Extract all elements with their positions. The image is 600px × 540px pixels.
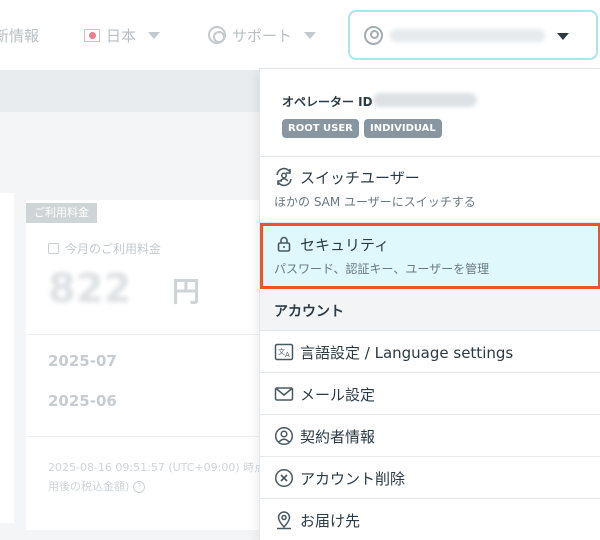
- mail-settings-item[interactable]: メール設定: [260, 373, 600, 415]
- lifebuoy-icon: [208, 26, 226, 44]
- caret-down-icon: [557, 33, 569, 40]
- billing-note-line1: 2025-08-16 09:51:57 (UTC+09:00) 時点: [48, 461, 266, 474]
- svg-text:A: A: [285, 351, 290, 359]
- delete-account-item[interactable]: アカウント削除: [260, 457, 600, 499]
- help-icon[interactable]: ?: [133, 481, 146, 493]
- mail-settings-label: メール設定: [300, 386, 376, 404]
- account-dropdown-menu: オペレーター ID ROOT USER INDIVIDUAL スイッチユーザー …: [259, 68, 600, 540]
- billing-note-line2: 用後の税込金額): [48, 480, 130, 493]
- account-name-redacted: [390, 29, 545, 42]
- month-row[interactable]: 2025-07: [48, 352, 117, 370]
- billing-tag: ご利用料金: [26, 203, 97, 223]
- location-pin-icon: [277, 511, 291, 530]
- contract-person-icon: [274, 426, 294, 446]
- contractor-info-item[interactable]: 契約者情報: [260, 415, 600, 457]
- divider: [26, 334, 262, 335]
- account-menu-button[interactable]: [348, 10, 598, 60]
- delivery-address-label: お届け先: [300, 512, 361, 530]
- switch-user-item[interactable]: スイッチユーザー ほかの SAM ユーザーにスイッチする: [260, 157, 600, 223]
- billing-label-text: 今月のご利用料金: [65, 242, 162, 256]
- language-icon: 文 A: [274, 343, 294, 361]
- security-title: セキュリティ: [300, 236, 390, 254]
- operator-info: オペレーター ID ROOT USER INDIVIDUAL: [260, 69, 600, 157]
- japan-flag-icon: [84, 28, 100, 42]
- language-settings-item[interactable]: 文 A 言語設定 / Language settings: [260, 331, 600, 373]
- billing-amount: 822: [48, 266, 132, 312]
- news-link[interactable]: 新情報: [0, 24, 39, 46]
- divider: [26, 436, 262, 437]
- billing-note: 2025-08-16 09:51:57 (UTC+09:00) 時点 用後の税込…: [48, 458, 265, 496]
- language-settings-label: 言語設定 / Language settings: [300, 344, 514, 362]
- switch-user-title: スイッチユーザー: [300, 169, 420, 187]
- support-label: サポート: [232, 26, 293, 45]
- billing-label: 今月のご利用料金: [48, 240, 161, 257]
- billing-unit: 円: [172, 275, 201, 308]
- account-section-header: アカウント: [260, 289, 600, 331]
- operator-id-redacted: [373, 93, 477, 107]
- individual-badge: INDIVIDUAL: [364, 119, 442, 138]
- delete-account-label: アカウント削除: [300, 470, 406, 488]
- billing-note-line2-wrap: 用後の税込金額)?: [48, 477, 265, 496]
- month-row[interactable]: 2025-06: [48, 392, 117, 410]
- operator-id-label: オペレーター ID: [282, 95, 373, 109]
- top-header: 新情報 日本 サポート: [0, 0, 600, 70]
- chevron-down-icon: [304, 31, 317, 39]
- chevron-down-icon: [148, 31, 161, 39]
- security-subtitle: パスワード、認証キー、ユーザーを管理: [274, 262, 490, 276]
- support-menu[interactable]: サポート: [208, 24, 317, 46]
- delete-circle-icon: [274, 468, 294, 488]
- account-section-title: アカウント: [274, 304, 344, 320]
- delivery-address-item[interactable]: お届け先: [260, 499, 600, 540]
- svg-text:文: 文: [278, 347, 285, 356]
- lock-icon: [277, 236, 291, 252]
- left-card-edge: [0, 193, 14, 523]
- root-user-badge: ROOT USER: [282, 119, 359, 138]
- user-avatar-icon: [364, 26, 383, 45]
- switch-user-icon: [276, 167, 292, 187]
- language-selector[interactable]: 日本: [84, 24, 161, 46]
- language-label: 日本: [106, 26, 137, 45]
- news-label: 新情報: [0, 26, 40, 45]
- switch-user-subtitle: ほかの SAM ユーザーにスイッチする: [274, 195, 476, 209]
- mail-icon: [274, 387, 294, 401]
- calendar-icon: [48, 243, 59, 254]
- contractor-info-label: 契約者情報: [300, 428, 376, 446]
- security-item[interactable]: セキュリティ パスワード、認証キー、ユーザーを管理: [260, 223, 600, 289]
